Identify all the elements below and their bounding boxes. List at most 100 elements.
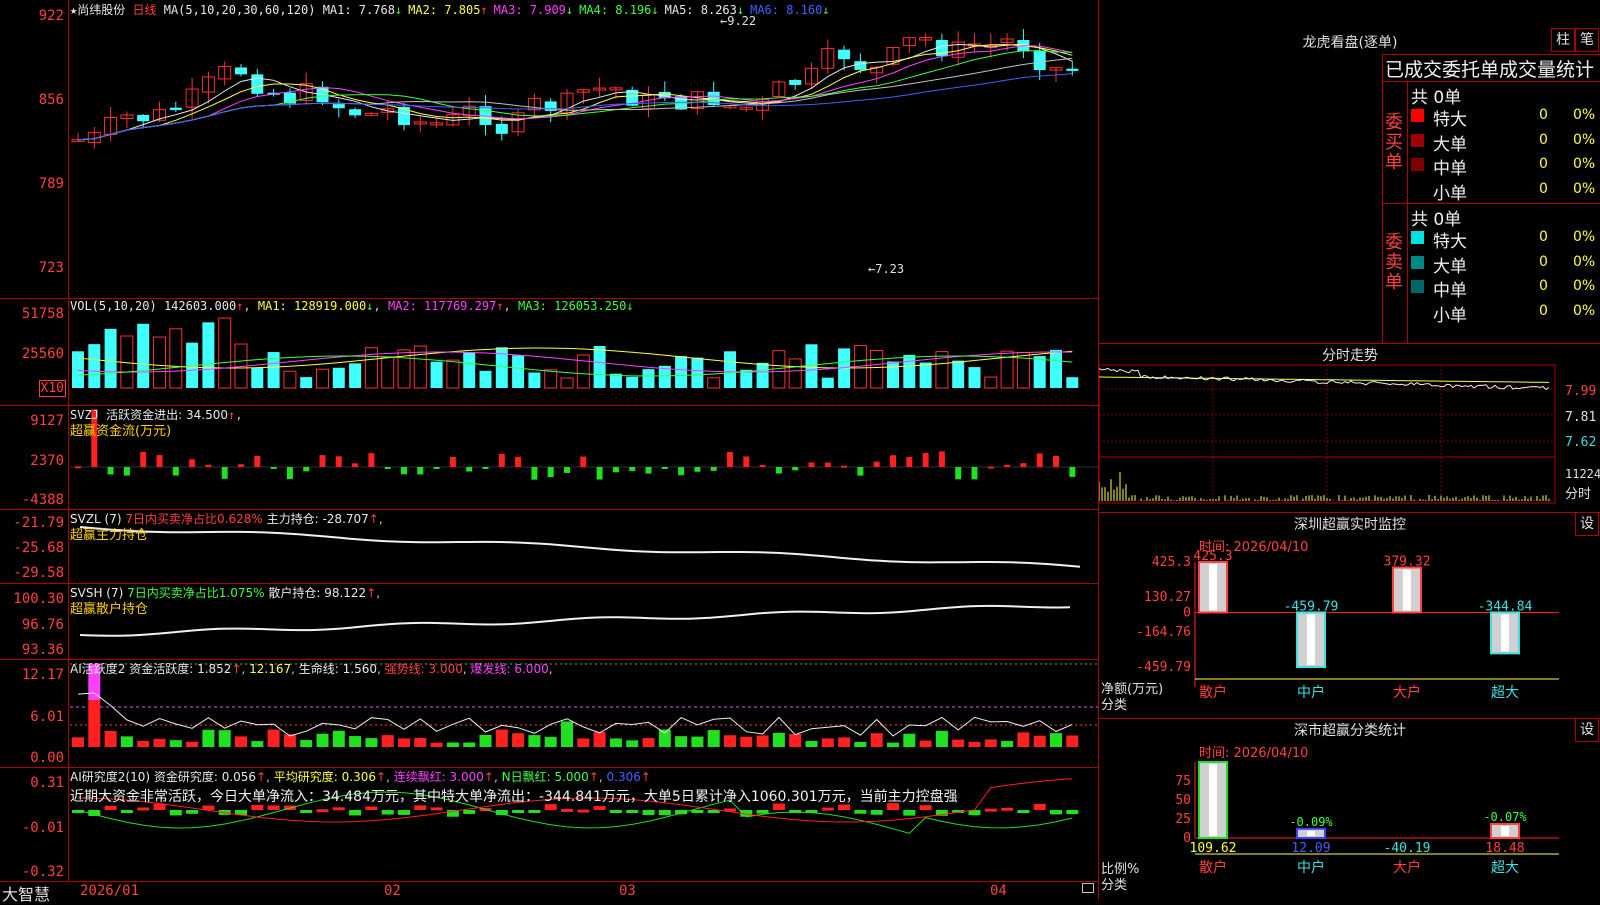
dragon-panel[interactable]: 龙虎看盘(逐单) 柱 笔 已成交委托单成交量统计 委买单 共 0单 特大 0 0% 大…: [1098, 0, 1600, 344]
volume-bar-down: [528, 372, 541, 388]
active-bar: [1050, 733, 1062, 747]
volume-bar-down: [267, 352, 280, 388]
data-label: 379.32: [1384, 554, 1431, 569]
candle-body-down: [1066, 68, 1079, 71]
order-pct: 0%: [1573, 107, 1596, 123]
sz-monitor-chart[interactable]: 425.3 130.270 -164.76 -459.79 425.3 散户 -459.79…: [1099, 512, 1600, 718]
candle-body-down: [838, 49, 851, 60]
fund-flow-bar: [612, 467, 619, 473]
fund-flow-bar: [352, 463, 359, 467]
fund-flow-bar: [189, 459, 196, 467]
active-bar: [544, 736, 557, 747]
y-tick: 75: [1175, 774, 1191, 789]
volume-bar-up: [446, 359, 460, 389]
x-tick: 大户: [1393, 684, 1421, 701]
intraday-chart[interactable]: [1099, 343, 1600, 512]
main-holding-line: [79, 526, 1081, 568]
sz-monitor-panel[interactable]: 深圳超赢实时监控 设 时间: 2026/04/10 425.3 130.27 0 -1…: [1098, 512, 1600, 719]
fund-flow-bar: [1004, 464, 1011, 467]
active-bar: [903, 733, 916, 747]
intraday-panel[interactable]: 分时走势 7.99 7.81 7.62 11224 分时: [1098, 343, 1600, 513]
intraday-vol-frame: [1099, 456, 1556, 504]
bar-mode-button[interactable]: 柱: [1551, 28, 1575, 52]
research-bar: [332, 807, 345, 811]
ma-value: MA3: 7.909↓: [493, 3, 574, 17]
svzj-panel[interactable]: 9127 2370 -4388 SVZJ 活跃资金进出: 34.500↑, 超赢…: [0, 405, 1098, 510]
x-tick: 散户: [1199, 684, 1227, 701]
vol-tick: 11224: [1565, 467, 1600, 481]
ma-label: MA(5,10,20,30,60,120): [163, 3, 316, 17]
order-row: 特大 0 0%: [1407, 227, 1600, 252]
volume-bar-down: [202, 322, 215, 388]
volume-bar-down: [1050, 349, 1062, 388]
research-bar: [528, 810, 541, 813]
research-bar: [414, 805, 427, 810]
active-bar: [120, 736, 133, 747]
active-bar: [349, 736, 362, 747]
x-axis-label: 分类: [1101, 698, 1128, 713]
fund-flow-bar: [955, 467, 962, 480]
fund-flow-bar: [1020, 463, 1027, 467]
period-label[interactable]: 日线: [132, 3, 156, 17]
svzl-subtitle: 超赢主力持仓: [70, 528, 149, 543]
x-tick: 2026/01: [80, 883, 140, 899]
lock-icon: [1082, 883, 1094, 893]
volume-bar-up: [218, 317, 232, 389]
volume-bar-down: [756, 362, 769, 388]
volume-chart[interactable]: [0, 298, 1098, 405]
research-bar: [430, 807, 443, 811]
order-label: 特大: [1433, 110, 1467, 130]
candlestick-chart[interactable]: [0, 0, 1098, 298]
active-bar: [267, 729, 280, 747]
research-bar: [626, 810, 639, 813]
fund-flow-bar: [808, 462, 815, 467]
price-panel[interactable]: 922 856 789 723 ★尚纬股份 日线 MA(5,10,20,30,6…: [0, 0, 1098, 299]
volume-bar-down: [1066, 377, 1079, 388]
research-bar: [381, 810, 394, 815]
volume-bar-down: [463, 352, 476, 388]
active-bar: [642, 738, 655, 747]
candle-body-down: [854, 61, 867, 70]
active-bar: [821, 738, 834, 747]
fund-flow-bar: [629, 467, 636, 471]
active-bar: [919, 740, 932, 747]
svsh-panel[interactable]: 100.30 96.76 93.36 SVSH (7) 7日内买卖净占比1.07…: [0, 583, 1098, 660]
sz-class-panel[interactable]: 深市超赢分类统计 设 时间: 2026/04/10 75 50 25 0 109.62 散…: [1098, 718, 1600, 900]
fund-flow-bar: [107, 467, 114, 475]
research-bar: [316, 809, 329, 813]
volume-bar-down: [626, 376, 639, 388]
color-swatch: [1411, 182, 1424, 196]
candle-body-down: [398, 106, 410, 126]
volume-panel[interactable]: 51758 25560 X10 VOL(5,10,20) 142603.000↑…: [0, 298, 1098, 406]
fund-flow-bar: [384, 467, 391, 469]
active-bar: [169, 740, 182, 747]
active-bar: [789, 733, 802, 747]
active-bar: [935, 730, 948, 747]
fund-flow-bar: [433, 467, 440, 469]
svsh-subtitle: 超赢散户持仓: [70, 602, 149, 617]
y-tick: -459.79: [1136, 660, 1191, 675]
ai-active-panel[interactable]: 12.17 6.01 0.00 AI活跃度2 资金活跃度: 1.852↑, 12…: [0, 659, 1098, 768]
volume-bar-down: [332, 367, 345, 388]
x-tick: 02: [384, 883, 401, 899]
svzl-panel[interactable]: -21.79 -25.68 -29.58 SVZL (7) 7日内买卖净占比0.…: [0, 509, 1098, 584]
volume-bar-up: [560, 377, 574, 389]
high-label: ←9.22: [720, 14, 757, 28]
active-bar: [887, 742, 899, 747]
fund-flow-bar: [498, 453, 505, 467]
volume-bar-down: [675, 356, 688, 388]
fund-flow-bar: [254, 455, 261, 467]
fund-flow-bar: [75, 466, 81, 469]
active-bar: [463, 742, 476, 747]
color-swatch: [1411, 231, 1424, 244]
ai-research-panel[interactable]: 0.31 -0.01 -0.32 AI研究度2(10) 资金研究度: 0.056…: [0, 767, 1098, 882]
vol-label: 分时: [1565, 487, 1592, 502]
monitor-bar: [1198, 561, 1228, 614]
active-bar: [479, 734, 492, 747]
active-bar: [593, 732, 606, 747]
price-line: [1099, 367, 1550, 391]
monitor-bar: [1392, 566, 1422, 614]
tick-mode-button[interactable]: 笔: [1575, 28, 1599, 52]
app-name[interactable]: 大智慧: [2, 881, 50, 905]
sz-class-chart[interactable]: 7550250109.62散户-0.09%12.09中户-40.19大户-0.0…: [1099, 718, 1600, 900]
